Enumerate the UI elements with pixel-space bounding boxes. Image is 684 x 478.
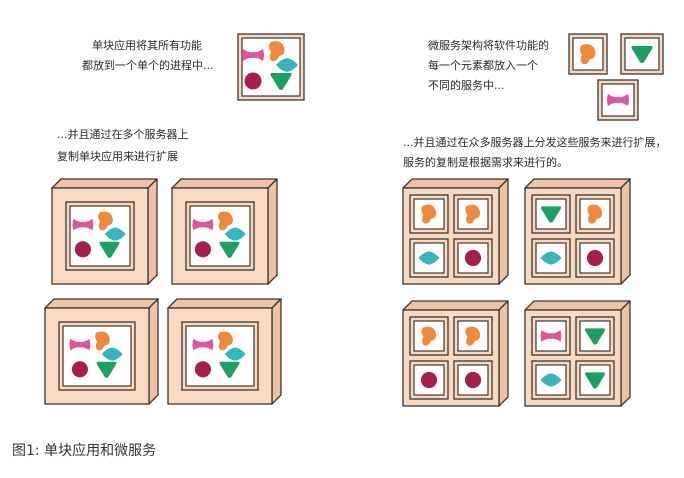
monolith-replica-frame: [181, 321, 259, 391]
micro-service-frame: [409, 238, 449, 278]
service-frame-green: [620, 33, 664, 75]
micro-service-frame: [453, 238, 493, 278]
micro-service-frame: [409, 316, 449, 356]
monolith-process-frame: [237, 33, 305, 101]
micro-server-box-4: [524, 300, 631, 407]
circle-shape-icon: [194, 241, 211, 258]
micro-service-frame: [575, 238, 615, 278]
micro-service-frame: [409, 194, 449, 234]
micro-server-box-3: [402, 300, 509, 407]
circle-shape-icon: [464, 371, 482, 389]
circle-shape-icon: [71, 361, 88, 378]
monolith-server-box-3: [44, 298, 159, 405]
micro-service-frame: [575, 194, 615, 234]
micro-server-box-2: [524, 178, 631, 285]
monolith-server-box-1: [51, 178, 158, 285]
service-frame-pink: [597, 79, 639, 121]
micro-service-frame: [531, 316, 571, 356]
architecture-diagram: [44, 33, 664, 407]
micro-service-frame: [409, 360, 449, 400]
circle-shape-icon: [244, 72, 262, 90]
micro-service-frame: [531, 194, 571, 234]
circle-shape-icon: [74, 241, 91, 258]
monolith-replica-frame: [185, 201, 255, 271]
micro-service-frame: [575, 360, 615, 400]
circle-shape-icon: [420, 371, 438, 389]
micro-service-frame: [453, 194, 493, 234]
figure-caption: 图1: 单块应用和微服务: [12, 443, 157, 459]
micro-service-frame: [453, 360, 493, 400]
monolith-replica-frame: [65, 201, 135, 271]
micro-server-box-1: [402, 178, 509, 285]
micro-service-frame: [453, 316, 493, 356]
monolith-server-box-4: [167, 298, 282, 405]
micro-service-frame: [575, 316, 615, 356]
micro-service-frame: [531, 360, 571, 400]
circle-shape-icon: [194, 361, 211, 378]
service-frame-orange: [568, 33, 608, 75]
monolith-server-box-2: [171, 178, 278, 285]
micro-service-frame: [531, 238, 571, 278]
circle-shape-icon: [586, 249, 604, 267]
monolith-replica-frame: [58, 321, 136, 391]
circle-shape-icon: [464, 249, 482, 267]
